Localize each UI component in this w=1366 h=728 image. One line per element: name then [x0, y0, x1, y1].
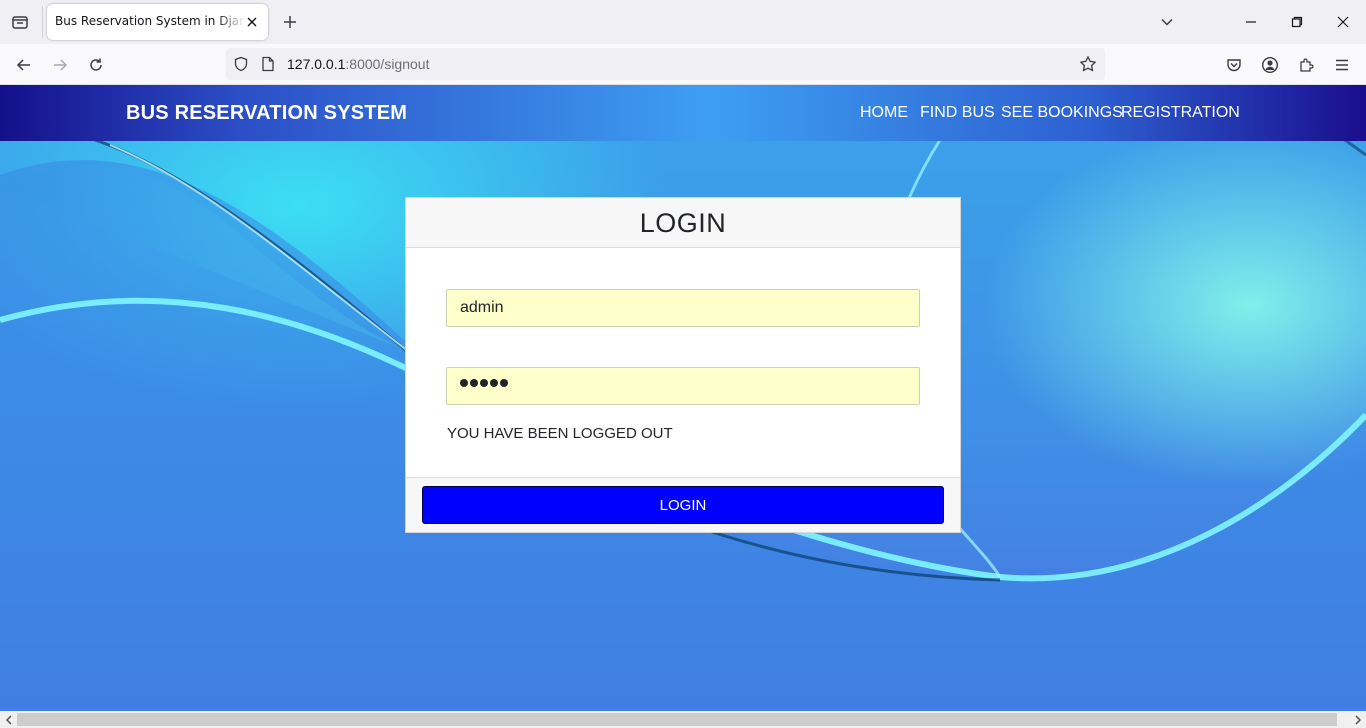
forward-arrow-icon[interactable]	[47, 52, 73, 78]
login-card: LOGIN admin YOU HAVE BEEN LOGGED OUT LOG…	[405, 197, 961, 533]
login-button[interactable]: LOGIN	[422, 486, 944, 524]
back-arrow-icon[interactable]	[11, 52, 37, 78]
tab-close-icon[interactable]	[244, 14, 260, 30]
browser-nav-bar: 127.0.0.1:8000/signout	[0, 44, 1366, 85]
url-path: :8000/signout	[345, 56, 430, 72]
site-navbar: BUS RESERVATION SYSTEM HOME FIND BUS SEE…	[0, 85, 1366, 141]
pocket-icon[interactable]	[1221, 52, 1247, 78]
login-card-header: LOGIN	[406, 198, 960, 248]
logout-message: YOU HAVE BEEN LOGGED OUT	[447, 425, 673, 442]
restore-icon[interactable]	[1285, 10, 1309, 34]
password-mask	[460, 379, 508, 387]
nav-link-see-bookings[interactable]: SEE BOOKINGS	[1001, 104, 1123, 122]
login-card-footer: LOGIN	[406, 477, 960, 532]
minimize-icon[interactable]	[1239, 10, 1263, 34]
site-brand[interactable]: BUS RESERVATION SYSTEM	[126, 102, 407, 125]
bookmark-star-icon[interactable]	[1079, 55, 1097, 73]
login-title: LOGIN	[639, 208, 727, 238]
password-dot	[460, 379, 468, 387]
scroll-left-arrow-icon[interactable]	[3, 714, 14, 725]
url-host: 127.0.0.1	[287, 56, 346, 72]
browser-tab-bar: Bus Reservation System in Django Project	[0, 0, 1366, 44]
tab-separator	[42, 6, 43, 38]
tab-overview-icon[interactable]	[8, 10, 32, 34]
scroll-right-arrow-icon[interactable]	[1352, 714, 1363, 725]
hamburger-menu-icon[interactable]	[1329, 52, 1355, 78]
password-dot	[470, 379, 478, 387]
username-value: admin	[460, 299, 504, 316]
list-all-tabs-chevron-icon[interactable]	[1155, 10, 1179, 34]
password-dot	[500, 379, 508, 387]
page-info-icon[interactable]	[259, 55, 277, 73]
account-icon[interactable]	[1257, 52, 1283, 78]
nav-link-home[interactable]: HOME	[860, 104, 908, 122]
password-field[interactable]	[446, 367, 920, 405]
nav-link-find-bus[interactable]: FIND BUS	[920, 104, 995, 122]
browser-tab-active[interactable]: Bus Reservation System in Django Project	[47, 4, 268, 40]
password-dot	[490, 379, 498, 387]
address-bar[interactable]: 127.0.0.1:8000/signout	[226, 48, 1105, 80]
close-window-icon[interactable]	[1331, 10, 1355, 34]
extensions-icon[interactable]	[1293, 52, 1319, 78]
horizontal-scrollbar[interactable]	[0, 711, 1366, 728]
page-viewport: BUS RESERVATION SYSTEM HOME FIND BUS SEE…	[0, 85, 1366, 711]
username-field[interactable]: admin	[446, 289, 920, 327]
password-dot	[480, 379, 488, 387]
scrollbar-thumb[interactable]	[17, 713, 1337, 726]
shield-icon[interactable]	[232, 55, 250, 73]
new-tab-plus-icon[interactable]	[279, 11, 301, 33]
tab-title: Bus Reservation System in Django Project	[55, 14, 245, 28]
nav-link-registration[interactable]: REGISTRATION	[1121, 104, 1240, 122]
reload-icon[interactable]	[83, 52, 109, 78]
url-text: 127.0.0.1:8000/signout	[287, 56, 429, 72]
